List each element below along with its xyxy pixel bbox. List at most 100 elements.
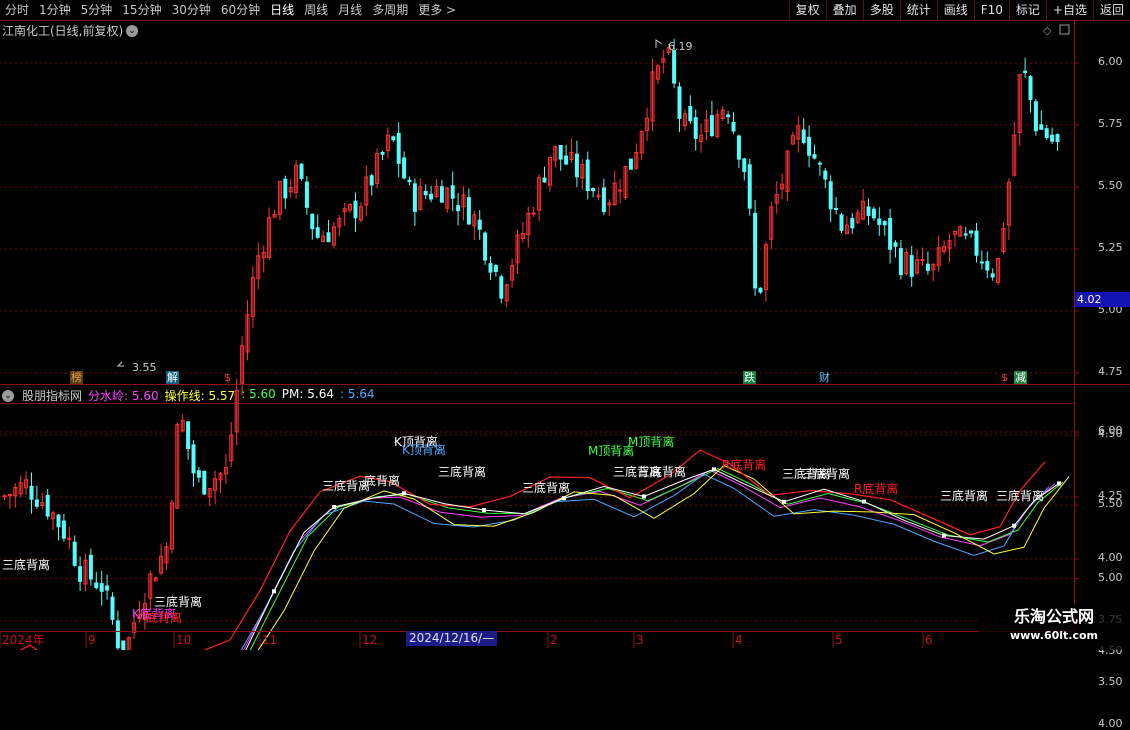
event-marker[interactable]: 榜 xyxy=(70,371,83,384)
candle-body xyxy=(45,494,50,517)
candle-body xyxy=(94,582,99,589)
candle-body xyxy=(450,185,455,199)
watermark-title: 乐淘公式网 xyxy=(1013,607,1094,626)
indicator-field: : 5.64 xyxy=(340,387,375,404)
candle-body xyxy=(979,261,984,264)
indicator-tick: 5.50 xyxy=(1098,497,1123,511)
candle-body xyxy=(807,136,812,156)
date-tick: 2 xyxy=(550,633,558,647)
candle-body xyxy=(909,255,914,277)
indicator-field: 分水岭: 5.60 xyxy=(88,387,159,404)
selected-date[interactable]: 2024/12/16/— xyxy=(406,631,498,646)
candle-body xyxy=(88,554,93,580)
stock-title-text: 江南化工(日线,前复权) xyxy=(2,24,124,38)
candle-body xyxy=(753,212,758,289)
candle-body xyxy=(191,444,196,474)
candle-body xyxy=(391,136,396,141)
date-tick: 3 xyxy=(636,633,644,647)
candle-body xyxy=(812,154,817,159)
candle-body xyxy=(1050,134,1055,142)
candle-body xyxy=(56,514,61,528)
current-price-badge: 4.02 xyxy=(1075,292,1130,307)
signal-label: 三底背离 xyxy=(638,464,686,479)
event-marker[interactable]: $ xyxy=(1000,371,1009,384)
signal-label: 三底背离 xyxy=(438,464,486,479)
candle-body xyxy=(99,583,104,592)
price-tick: 5.50 xyxy=(1098,179,1123,192)
candle-body xyxy=(531,212,536,215)
signal-label: 三底背离 xyxy=(996,488,1044,503)
date-tick: 2024年 xyxy=(2,633,45,647)
candle-body xyxy=(990,273,995,278)
signal-label: 底背离 xyxy=(364,473,400,488)
pm-marker xyxy=(1057,481,1061,486)
event-marker[interactable]: 跌 xyxy=(743,371,756,384)
kline-chart[interactable]: 三底背离三底背离K底背离底背离三底背离底背离K顶背离K顶背离三底背离三底背离M顶… xyxy=(0,0,1130,650)
candle-body xyxy=(736,135,741,160)
pm-marker xyxy=(562,496,566,501)
candle-body xyxy=(925,263,930,271)
indicator-tick: 4.00 xyxy=(1098,717,1123,730)
candle-body xyxy=(709,115,714,137)
candle-body xyxy=(369,175,374,186)
candle-body xyxy=(839,214,844,231)
candle-body xyxy=(985,261,990,271)
event-marker[interactable]: $ xyxy=(223,371,232,384)
date-tick: 5 xyxy=(835,633,843,647)
candle-body xyxy=(1039,124,1044,130)
candle-body xyxy=(493,265,498,272)
price-tick: 5.25 xyxy=(1098,241,1123,254)
candle-body xyxy=(186,421,191,449)
candle-body xyxy=(1044,128,1049,139)
diamond-icon[interactable]: ◇ xyxy=(1043,24,1052,37)
candle-body xyxy=(871,208,876,219)
candle-body xyxy=(574,153,579,178)
candle-body xyxy=(1028,76,1033,101)
indicator-field-value: 5.60 xyxy=(128,389,159,403)
candle-body xyxy=(726,114,731,118)
signal-label: R底背离 xyxy=(722,457,766,472)
candle-body xyxy=(585,159,590,192)
candle-body xyxy=(672,50,677,84)
candle-body xyxy=(591,188,596,192)
high-price-annotation: 6.19 xyxy=(668,40,693,53)
candle-body xyxy=(78,566,83,582)
price-tick: 4.00 xyxy=(1098,551,1123,564)
event-marker[interactable]: 财 xyxy=(818,371,831,384)
chevron-down-icon[interactable]: ⌄ xyxy=(126,24,139,37)
indicator-field: PM: 5.64 xyxy=(282,387,334,404)
pm-marker xyxy=(712,467,716,472)
candle-body xyxy=(499,276,504,299)
indicator-field-label: PM: xyxy=(281,387,304,401)
signal-label: M顶背离 xyxy=(628,434,674,449)
candle-body xyxy=(412,183,417,212)
candle-body xyxy=(439,186,444,203)
candle-body xyxy=(29,485,34,500)
candle-body xyxy=(898,248,903,276)
candle-body xyxy=(72,541,77,566)
event-marker[interactable]: 减 xyxy=(1014,371,1027,384)
candle-body xyxy=(1023,70,1028,74)
candle-body xyxy=(542,177,547,183)
candle-body xyxy=(817,162,822,165)
candle-body xyxy=(969,230,974,234)
indicator-header: ⌄ 股朋指标网 分水岭: 5.60 操作线: 5.57: 5.60 PM: 5.64… xyxy=(2,387,375,404)
signal-label: 三底背离 xyxy=(322,478,370,493)
candle-body xyxy=(688,106,693,122)
indicator-name[interactable]: 股朋指标网 xyxy=(22,387,82,404)
candle-body xyxy=(601,187,606,213)
pm-marker xyxy=(942,533,946,538)
signal-label: 三底背离 xyxy=(522,480,570,495)
chevron-down-icon[interactable]: ⌄ xyxy=(2,389,14,402)
event-marker[interactable]: 解 xyxy=(166,371,179,384)
indicator-field-label: 分水岭: xyxy=(88,389,129,403)
low-price-annotation: 3.55 xyxy=(132,361,157,374)
candle-body xyxy=(677,86,682,119)
candle-body xyxy=(299,163,304,179)
date-tick: 9 xyxy=(88,633,96,647)
window-icon[interactable] xyxy=(1059,24,1070,35)
candle-body xyxy=(105,585,110,591)
candle-body xyxy=(877,218,882,225)
indicator-field-value: 5.64 xyxy=(344,387,375,401)
indicator-field-value: 5.60 xyxy=(245,387,276,401)
